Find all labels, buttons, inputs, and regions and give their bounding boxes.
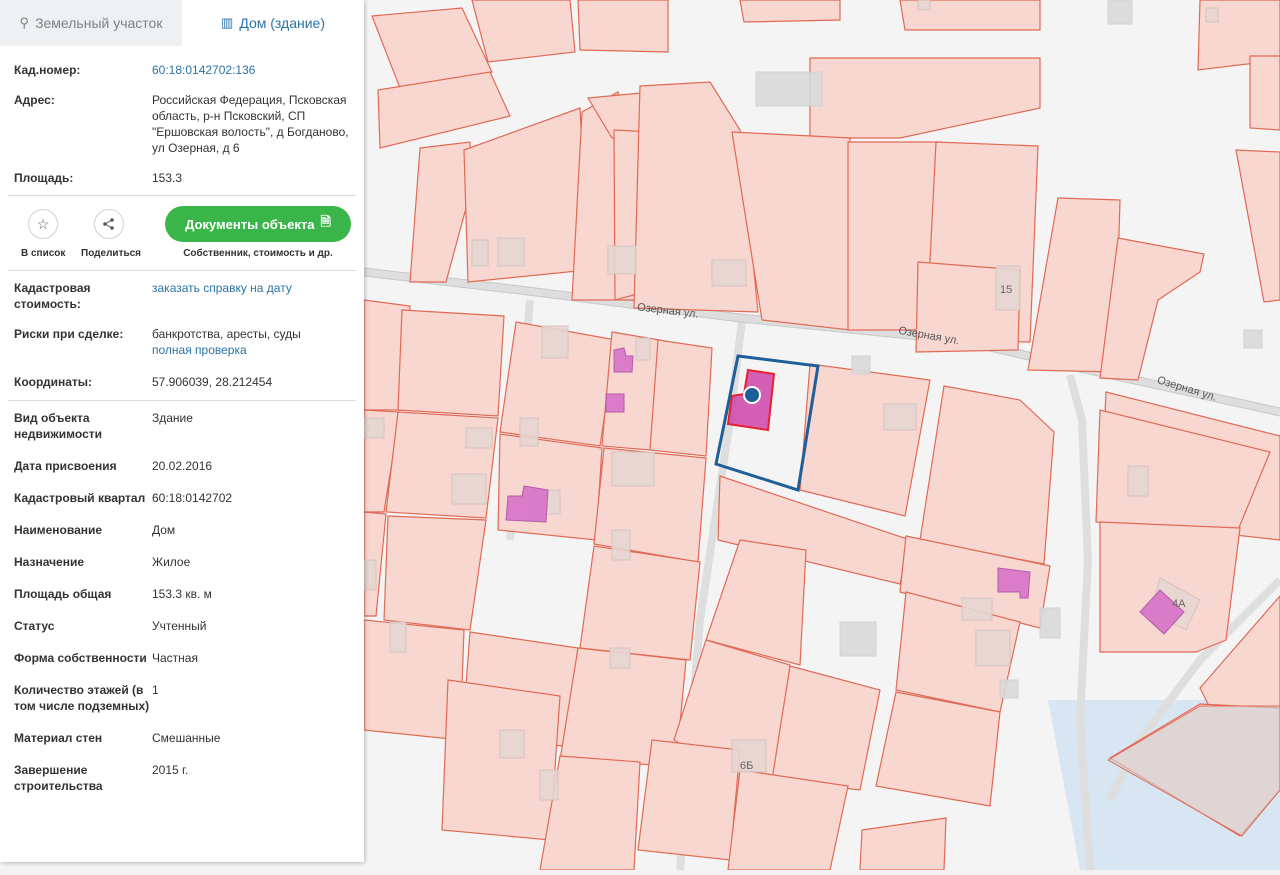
field-label: Кадастровая стоимость: bbox=[14, 281, 91, 311]
coordinates-value: 57.906039, 28.212454 bbox=[152, 375, 273, 389]
add-to-list-button[interactable]: ☆ bbox=[28, 209, 58, 239]
detail-row: Статус Учтенный bbox=[0, 618, 364, 634]
field-value: Смешанные bbox=[152, 731, 221, 745]
field-value: Дом bbox=[152, 523, 176, 537]
field-label: Адрес: bbox=[14, 93, 55, 107]
risks-value: банкротства, аресты, суды bbox=[152, 327, 301, 341]
detail-row: Дата присвоения 20.02.2016 bbox=[0, 458, 364, 474]
full-check-link[interactable]: полная проверка bbox=[152, 342, 352, 358]
field-value: 60:18:0142702 bbox=[152, 491, 233, 505]
house-number: 15 bbox=[1000, 284, 1013, 296]
detail-row: Вид объекта недвижимости Здание bbox=[0, 410, 364, 442]
object-documents-button[interactable]: Документы объекта 🗎 bbox=[165, 206, 351, 242]
field-value: 1 bbox=[152, 683, 159, 697]
field-label: Кад.номер: bbox=[14, 63, 81, 77]
field-label: Завершение строительства bbox=[14, 763, 103, 793]
actions-bar: ☆ В список Поделиться Документы объекта … bbox=[0, 196, 364, 270]
detail-row: Назначение Жилое bbox=[0, 554, 364, 570]
add-to-list-label: В список bbox=[21, 248, 66, 259]
coordinates-row: Координаты: 57.906039, 28.212454 bbox=[0, 374, 364, 390]
order-certificate-link[interactable]: заказать справку на дату bbox=[152, 280, 352, 312]
detail-row: Количество этажей (в том числе подземных… bbox=[0, 682, 364, 714]
detail-row: Форма собственности Частная bbox=[0, 650, 364, 666]
field-label: Площадь: bbox=[14, 171, 74, 185]
field-label: Наименование bbox=[14, 523, 103, 537]
field-value: Жилое bbox=[152, 555, 191, 569]
field-label: Площадь общая bbox=[14, 587, 112, 601]
tab-bar: ⚲ Земельный участок ▥ Дом (здание) bbox=[0, 0, 364, 46]
share-button[interactable] bbox=[94, 209, 124, 239]
address-row: Адрес: Российская Федерация, Псковская о… bbox=[0, 92, 364, 156]
field-value: 2015 г. bbox=[152, 763, 189, 777]
field-value: 153.3 кв. м bbox=[152, 587, 212, 601]
tab-house[interactable]: ▥ Дом (здание) bbox=[182, 0, 364, 46]
field-label: Статус bbox=[14, 619, 55, 633]
button-label: Документы объекта bbox=[185, 216, 315, 232]
building-icon: ▥ bbox=[221, 15, 234, 30]
share-icon bbox=[103, 218, 114, 230]
field-value: Здание bbox=[152, 411, 193, 425]
object-info-panel: ⚲ Земельный участок ▥ Дом (здание) Кад.н… bbox=[0, 0, 364, 862]
field-label: Кадастровый квартал bbox=[14, 491, 146, 505]
detail-row: Завершение строительства 2015 г. bbox=[0, 762, 364, 794]
tab-land-plot[interactable]: ⚲ Земельный участок bbox=[0, 0, 182, 46]
address-value: Российская Федерация, Псковская область,… bbox=[152, 93, 349, 155]
cad-number-link[interactable]: 60:18:0142702:136 bbox=[152, 62, 352, 78]
detail-row: Площадь общая 153.3 кв. м bbox=[0, 586, 364, 602]
field-label: Координаты: bbox=[14, 375, 93, 389]
share-label: Поделиться bbox=[81, 248, 142, 259]
tab-label: Земельный участок bbox=[35, 15, 163, 31]
documents-sub-label: Собственник, стоимость и др. bbox=[183, 248, 333, 259]
star-icon: ☆ bbox=[36, 215, 50, 232]
detail-row: Наименование Дом bbox=[0, 522, 364, 538]
location-marker[interactable] bbox=[743, 386, 761, 404]
detail-row: Кадастровый квартал 60:18:0142702 bbox=[0, 490, 364, 506]
document-icon: 🗎 bbox=[320, 214, 331, 229]
field-label: Форма собственности bbox=[14, 651, 147, 665]
field-label: Назначение bbox=[14, 555, 85, 569]
property-details-list: Вид объекта недвижимости Здание Дата присв… bbox=[0, 410, 364, 794]
cad-cost-row: Кадастровая стоимость: заказать справку … bbox=[0, 280, 364, 312]
house-number: 6Б bbox=[740, 760, 754, 772]
field-value: Учтенный bbox=[152, 619, 207, 633]
tab-label: Дом (здание) bbox=[239, 15, 325, 31]
field-value: Частная bbox=[152, 651, 198, 665]
area-value: 153.3 bbox=[152, 171, 183, 185]
cad-number-row: Кад.номер: 60:18:0142702:136 bbox=[0, 62, 364, 78]
field-label: Вид объекта недвижимости bbox=[14, 411, 102, 441]
detail-row: Материал стен Смешанные bbox=[0, 730, 364, 746]
house-number: 4А bbox=[1172, 598, 1186, 610]
field-label: Дата присвоения bbox=[14, 459, 117, 473]
area-row: Площадь: 153.3 bbox=[0, 170, 364, 186]
risks-row: Риски при сделке: банкротства, аресты, с… bbox=[0, 326, 364, 358]
map-pin-icon: ⚲ bbox=[19, 15, 30, 30]
field-label: Материал стен bbox=[14, 731, 103, 745]
field-label: Количество этажей (в том числе подземных… bbox=[14, 683, 150, 713]
field-label: Риски при сделке: bbox=[14, 327, 124, 341]
field-value: 20.02.2016 bbox=[152, 459, 213, 473]
